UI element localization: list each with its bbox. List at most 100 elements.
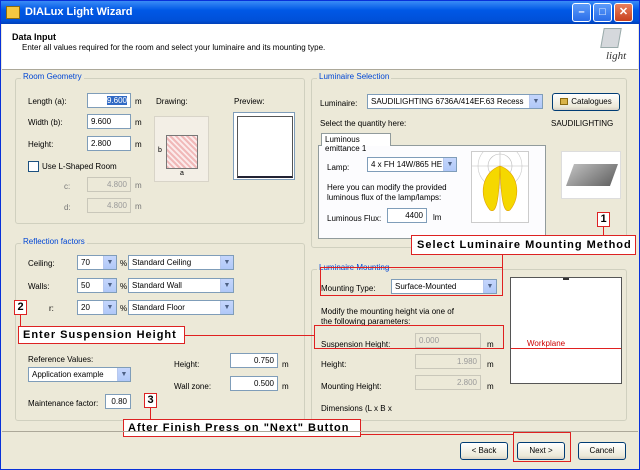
suspension-height-highlight xyxy=(314,325,504,349)
minimize-button[interactable]: – xyxy=(572,3,591,22)
preview-room-shape xyxy=(237,116,293,178)
height-label: Height: xyxy=(28,140,54,149)
c-unit: m xyxy=(135,181,142,190)
drawing-label: Drawing: xyxy=(156,97,188,106)
chevron-down-icon: ▼ xyxy=(220,301,233,314)
wizard-header: Data Input Enter all values required for… xyxy=(2,24,638,70)
luminaire-selection-label: Luminaire Selection xyxy=(317,72,392,81)
maximize-button[interactable]: □ xyxy=(593,3,612,22)
width-label: Width (b): xyxy=(28,118,63,127)
reflection-label: Reflection factors xyxy=(21,237,87,246)
dialux-light-logo: light xyxy=(598,28,634,66)
tab-luminous-emittance-1[interactable]: Luminous emittance 1 xyxy=(321,133,391,153)
workplane-height-label: Height: xyxy=(174,360,200,369)
height-input[interactable]: 2.800 xyxy=(87,136,131,151)
percent-sign: % xyxy=(120,304,128,313)
lshaped-label: Use L-Shaped Room xyxy=(42,162,117,171)
wizard-window: DIALux Light Wizard – □ ✕ Data Input Ent… xyxy=(0,0,640,470)
step-3-connector xyxy=(150,408,151,419)
percent-sign: % xyxy=(120,259,128,268)
percent-sign: % xyxy=(120,282,128,291)
page-title: Data Input xyxy=(12,32,56,42)
luminaire-label: Luminaire: xyxy=(320,99,358,108)
room-preview xyxy=(233,112,295,180)
maintenance-input[interactable]: 0.80 xyxy=(105,394,131,409)
mounting-type-highlight xyxy=(320,267,503,296)
dimensions-label: Dimensions (L x B x xyxy=(321,404,392,413)
maintenance-label: Maintenance factor: xyxy=(28,399,99,408)
workplane-height-input[interactable]: 0.750 xyxy=(230,353,278,368)
step-1-connector xyxy=(603,227,604,236)
quantity-label: Select the quantity here: xyxy=(320,119,407,128)
chevron-down-icon: ▼ xyxy=(103,256,116,269)
floor-reflectance-select[interactable]: 20 ▼ xyxy=(77,300,117,315)
page-subtitle: Enter all values required for the room a… xyxy=(22,43,326,52)
light-distribution-curve xyxy=(471,143,529,223)
width-unit: m xyxy=(135,118,142,127)
luminous-flux-label: Luminous Flux: xyxy=(327,214,382,223)
cancel-button[interactable]: Cancel xyxy=(578,442,626,460)
chevron-down-icon: ▼ xyxy=(117,368,130,381)
modify-text-1: Modify the mounting height via one of xyxy=(321,307,454,316)
lamp-logo-icon xyxy=(600,28,622,48)
length-unit: m xyxy=(135,97,142,106)
luminous-flux-input[interactable]: 4400 xyxy=(387,208,427,223)
length-label: Length (a): xyxy=(28,97,67,106)
workplane-line xyxy=(511,348,621,349)
workplane-label: Workplane xyxy=(527,339,566,348)
lamp-select[interactable]: 4 x FH 14W/865 HE ▼ xyxy=(367,157,457,172)
drawing-b-label: b xyxy=(158,147,162,154)
wallzone-input[interactable]: 0.500 xyxy=(230,376,278,391)
catalogues-button[interactable]: Catalogues xyxy=(552,93,620,111)
window-title: DIALux Light Wizard xyxy=(25,6,133,18)
floor-type-select[interactable]: Standard Floor ▼ xyxy=(128,300,234,315)
luminaire-image xyxy=(561,151,621,199)
logo-text: light xyxy=(606,50,627,62)
info-text-1: Here you can modify the provided xyxy=(327,183,447,192)
walls-label: Walls: xyxy=(28,282,50,291)
back-button[interactable]: < Back xyxy=(460,442,508,460)
walls-reflectance-select[interactable]: 50 ▼ xyxy=(77,278,117,293)
chevron-down-icon: ▼ xyxy=(529,95,542,108)
next-button[interactable]: Next > xyxy=(517,442,565,460)
height-unit: m xyxy=(135,140,142,149)
close-button[interactable]: ✕ xyxy=(614,3,633,22)
catalogue-icon xyxy=(560,98,569,106)
chevron-down-icon: ▼ xyxy=(103,301,116,314)
lum-height-input[interactable]: 1.980 xyxy=(415,354,481,369)
walls-type-select[interactable]: Standard Wall ▼ xyxy=(128,278,234,293)
mounting-height-unit: m xyxy=(487,382,494,391)
reference-values-select[interactable]: Application example ▼ xyxy=(28,367,131,382)
floor-label: r: xyxy=(49,304,54,313)
wallzone-label: Wall zone: xyxy=(174,382,212,391)
callout-enter-suspension-height: Enter Suspension Height xyxy=(18,326,185,344)
mounting-height-input[interactable]: 2.800 xyxy=(415,375,481,390)
lum-height-unit: m xyxy=(487,360,494,369)
light-distribution-icon xyxy=(472,143,528,222)
room-drawing: b a xyxy=(154,116,209,182)
c-label: c: xyxy=(64,182,71,191)
ceiling-label: Ceiling: xyxy=(28,259,55,268)
lshaped-checkbox[interactable] xyxy=(28,161,39,172)
step-3-marker: 3 xyxy=(144,393,157,408)
width-input[interactable]: 9.600 xyxy=(87,114,131,129)
lum-height-label: Height: xyxy=(321,360,347,369)
ceiling-type-select[interactable]: Standard Ceiling ▼ xyxy=(128,255,234,270)
fixture-shape xyxy=(565,164,619,186)
app-icon xyxy=(6,6,20,19)
chevron-down-icon: ▼ xyxy=(220,279,233,292)
length-input[interactable]: 9.600 xyxy=(87,93,131,108)
callout-1-connector xyxy=(502,255,503,268)
wallzone-unit: m xyxy=(282,382,289,391)
preview-label: Preview: xyxy=(234,97,265,106)
luminaire-marker xyxy=(563,278,569,280)
lamp-label: Lamp: xyxy=(327,163,350,172)
luminaire-select[interactable]: SAUDILIGHTING 6736A/414EF.63 Recess ▼ xyxy=(367,94,543,109)
mounting-preview: Workplane xyxy=(510,277,622,384)
title-bar: DIALux Light Wizard – □ ✕ xyxy=(1,1,639,24)
workplane-height-unit: m xyxy=(282,360,289,369)
d-input[interactable]: 4.800 xyxy=(87,198,131,213)
chevron-down-icon: ▼ xyxy=(220,256,233,269)
c-input[interactable]: 4.800 xyxy=(87,177,131,192)
ceiling-reflectance-select[interactable]: 70 ▼ xyxy=(77,255,117,270)
